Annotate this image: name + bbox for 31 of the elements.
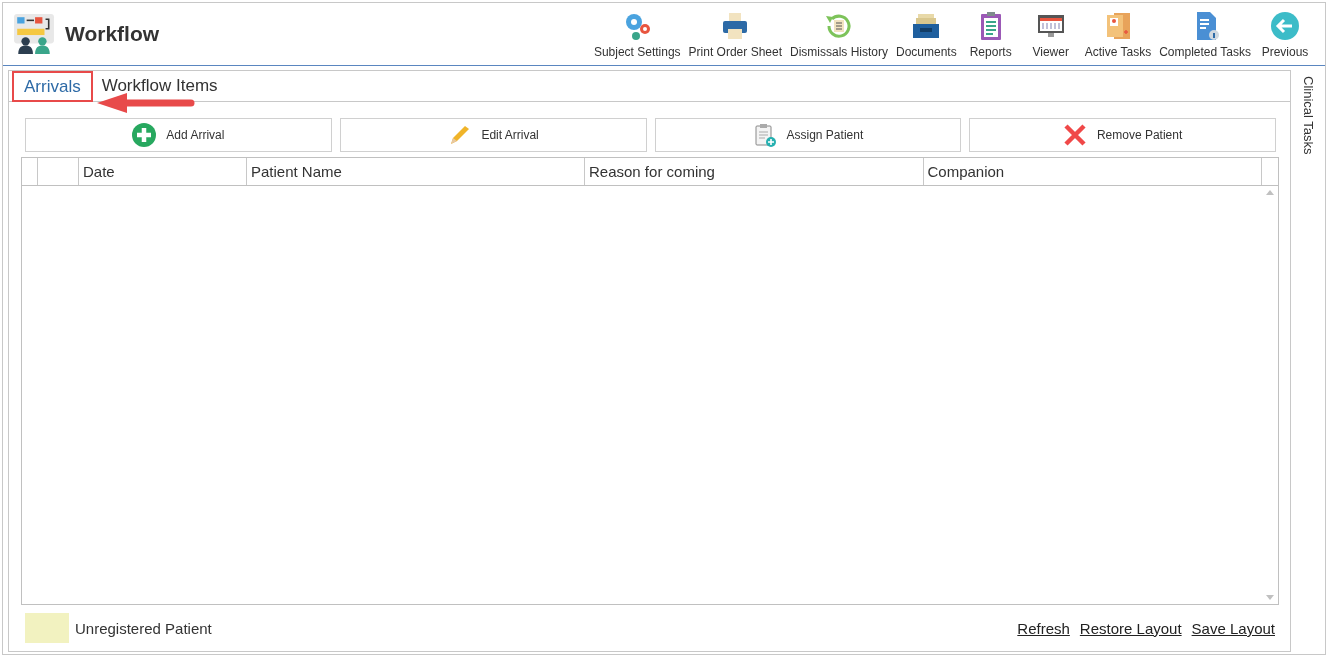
action-button[interactable]: Edit Arrival [339, 118, 647, 152]
column-header[interactable]: Date [79, 158, 247, 185]
column-header[interactable]: Companion [923, 158, 1262, 185]
scroll-up-icon[interactable] [1266, 190, 1274, 195]
scroll-down-icon[interactable] [1266, 595, 1274, 600]
clipboard-icon [752, 123, 777, 147]
side-tab[interactable]: Clinical Tasks [1300, 70, 1316, 155]
toolbar-button[interactable]: Completed Tasks [1156, 7, 1254, 61]
toolbar-button[interactable]: Documents [893, 7, 960, 61]
toolbar-button[interactable]: Print Order Sheet [685, 7, 785, 61]
page-title: Workflow [65, 22, 160, 46]
back-icon [1269, 9, 1301, 42]
link[interactable]: Restore Layout [1079, 619, 1182, 637]
legend-label: Unregistered Patient [75, 619, 212, 637]
action-button[interactable]: Add Arrival [25, 118, 332, 152]
workflow-logo-icon [13, 13, 55, 55]
toolbar-button[interactable]: Previous [1256, 7, 1314, 61]
close-icon [1062, 123, 1087, 147]
link[interactable]: Refresh [1017, 619, 1070, 637]
action-button[interactable]: Assign Patient [654, 118, 962, 152]
column-header[interactable]: Reason for coming [585, 158, 924, 185]
toolbar-button[interactable]: Reports [961, 7, 1020, 61]
toolbar-button[interactable]: Subject Settings [590, 7, 684, 61]
action-button[interactable]: Remove Patient [969, 118, 1276, 152]
tab[interactable]: Workflow Items [91, 71, 228, 101]
toolbar-button[interactable]: Viewer [1021, 7, 1080, 61]
column-header[interactable]: Patient Name [247, 158, 585, 185]
toolbar-button[interactable]: Dismissals History [787, 7, 891, 61]
plus-icon [132, 123, 157, 147]
toolbar-button[interactable]: Active Tasks [1081, 7, 1155, 61]
link[interactable]: Save Layout [1191, 619, 1275, 637]
